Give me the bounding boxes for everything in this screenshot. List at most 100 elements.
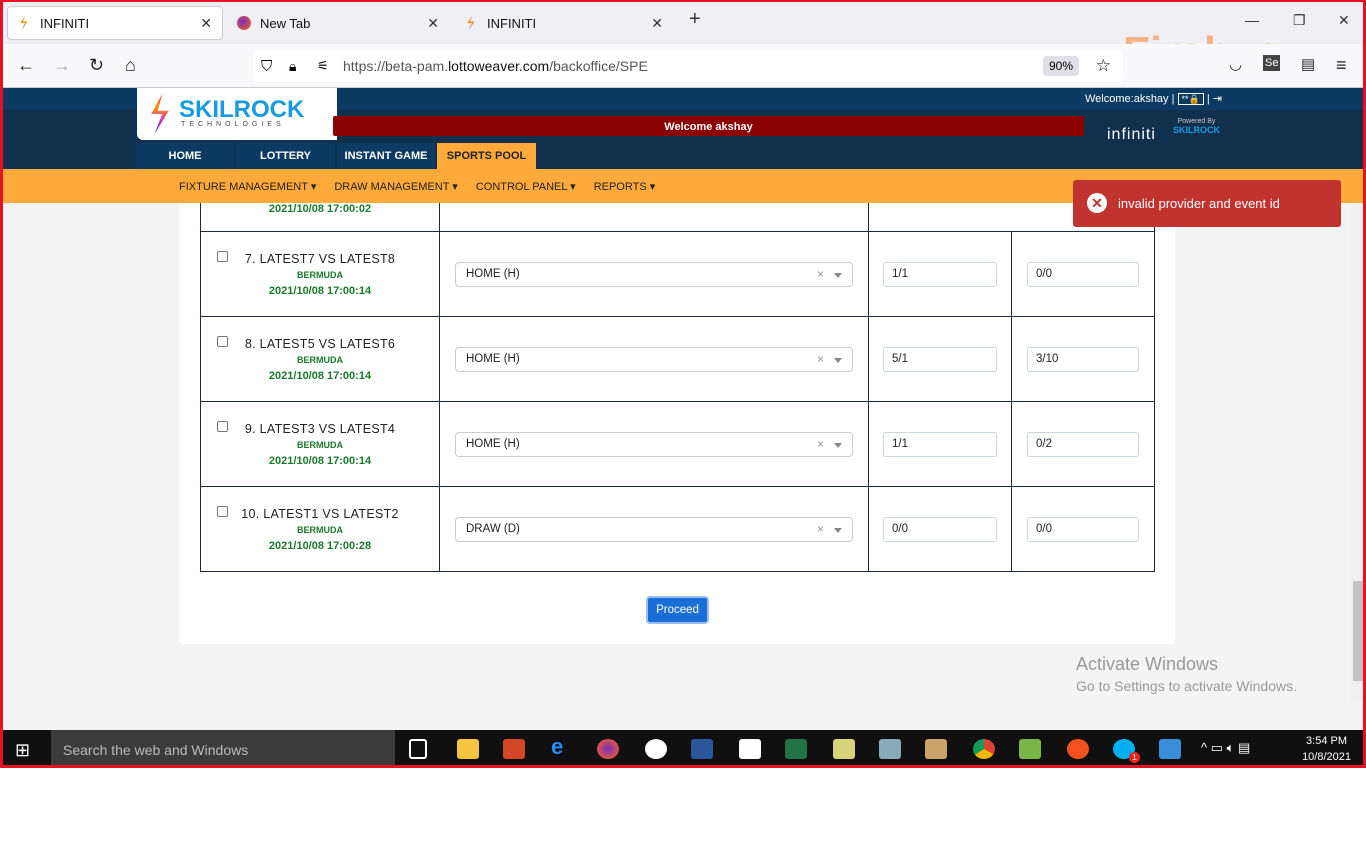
slack-icon[interactable]: [645, 739, 667, 759]
notepad-icon[interactable]: [1019, 739, 1041, 759]
match-date: 2021/10/08 17:00:14: [268, 454, 372, 467]
score1-cell: 5/1: [868, 316, 1012, 402]
error-toast[interactable]: ✕ invalid provider and event id: [1073, 180, 1341, 227]
shield-icon[interactable]: ⛉: [261, 58, 272, 75]
forward-icon[interactable]: →: [53, 55, 71, 76]
skilrock-favicon-icon: [467, 16, 475, 30]
chrome-icon[interactable]: [973, 739, 995, 759]
score2-input[interactable]: 3/10: [1027, 346, 1139, 372]
reader-icon[interactable]: ▤: [1301, 55, 1315, 73]
nav-bar: ← → ↻ ⌂ ⛉ 🔒︎ ⚟ https://beta-pam.lottowea…: [3, 44, 1363, 88]
minimize-button[interactable]: —: [1245, 12, 1259, 28]
app-icon[interactable]: [879, 739, 901, 759]
bookmark-star-icon[interactable]: ☆: [1096, 56, 1111, 76]
close-window-button[interactable]: ✕: [1338, 12, 1350, 29]
result-cell: DRAW (D) ×: [439, 486, 869, 572]
clear-icon[interactable]: ×: [817, 522, 824, 536]
file-explorer-icon[interactable]: [457, 739, 479, 759]
powerpoint-icon[interactable]: [503, 739, 525, 759]
clear-icon[interactable]: ×: [817, 267, 824, 281]
score2-input[interactable]: 0/0: [1027, 261, 1139, 287]
app-dolphin-icon[interactable]: [1159, 739, 1181, 759]
chevron-down-icon[interactable]: [834, 357, 842, 367]
row-checkbox[interactable]: [217, 506, 228, 517]
back-icon[interactable]: ←: [17, 55, 35, 76]
powered-by-text: Powered By: [1177, 118, 1216, 125]
score2-cell: 0/0: [1011, 231, 1155, 317]
logout-icon[interactable]: ⇥: [1213, 93, 1222, 105]
score1-input[interactable]: 5/1: [883, 346, 997, 372]
result-select[interactable]: DRAW (D) ×: [455, 516, 853, 542]
reload-icon[interactable]: ↻: [89, 55, 104, 76]
edge-icon[interactable]: e: [551, 734, 573, 759]
folder-icon[interactable]: [833, 739, 855, 759]
close-tab-icon[interactable]: ✕: [651, 15, 663, 32]
home-icon[interactable]: ⌂: [125, 55, 136, 76]
score1-cell: 1/1: [868, 401, 1012, 487]
row-checkbox[interactable]: [217, 421, 228, 432]
menu-sports-pool[interactable]: SPORTS POOL: [437, 143, 536, 169]
chevron-down-icon[interactable]: [834, 442, 842, 452]
zoom-level[interactable]: 90%: [1042, 56, 1079, 76]
clock[interactable]: 3:54 PM 10/8/2021: [1302, 733, 1351, 765]
taskbar-search[interactable]: Search the web and Windows: [51, 730, 395, 765]
excel-icon[interactable]: [785, 739, 807, 759]
new-tab-button[interactable]: +: [689, 8, 701, 31]
restore-button[interactable]: ❐: [1293, 12, 1306, 29]
pocket-icon[interactable]: ◡: [1229, 55, 1242, 73]
store-icon[interactable]: [739, 739, 761, 759]
paint-icon[interactable]: [925, 739, 947, 759]
page-scrollbar[interactable]: [1351, 203, 1363, 702]
skype-icon[interactable]: 1: [1113, 739, 1140, 763]
menu-lottery[interactable]: LOTTERY: [236, 143, 335, 169]
tab-new-tab[interactable]: New Tab ✕: [227, 6, 449, 40]
chevron-down-icon[interactable]: [834, 272, 842, 282]
site-header: SKILROCK TECHNOLOGIES Welcome akshay Welc…: [3, 88, 1363, 169]
scrollbar-thumb[interactable]: [1353, 581, 1363, 681]
score1-input[interactable]: 1/1: [883, 261, 997, 287]
submenu-draw-management[interactable]: DRAW MANAGEMENT ▾: [334, 180, 457, 193]
submenu-reports[interactable]: REPORTS ▾: [594, 180, 656, 193]
label: CONTROL PANEL: [475, 180, 568, 193]
system-tray[interactable]: ^ ▭ 🔈︎ ▤: [1201, 740, 1250, 756]
task-view-icon[interactable]: [409, 739, 427, 759]
url-bar[interactable]: ⛉ 🔒︎ ⚟ https://beta-pam.lottoweaver.com/…: [253, 50, 1123, 82]
tab-infiniti-2[interactable]: INFINITI ✕: [455, 6, 673, 40]
page-content: 2021/10/08 17:00:02 7. LATEST7 VS LATEST…: [3, 203, 1351, 702]
submenu-control-panel[interactable]: CONTROL PANEL ▾: [476, 180, 576, 193]
windows-start-icon[interactable]: ⊞: [15, 740, 30, 761]
tab-infiniti-1[interactable]: INFINITI ✕: [7, 6, 223, 40]
skilrock-logo[interactable]: SKILROCK TECHNOLOGIES: [137, 88, 337, 140]
result-select[interactable]: HOME (H) ×: [455, 261, 853, 287]
clear-icon[interactable]: ×: [817, 352, 824, 366]
menu-instant-game[interactable]: INSTANT GAME: [337, 143, 435, 169]
menu-icon[interactable]: ≡: [1336, 55, 1347, 76]
proceed-button[interactable]: Proceed: [646, 596, 709, 624]
score2-cell: 3/10: [1011, 316, 1155, 402]
firefox-taskbar-icon[interactable]: [597, 739, 619, 759]
result-select[interactable]: HOME (H) ×: [455, 431, 853, 457]
word-icon[interactable]: [691, 739, 713, 759]
table-row: 8. LATEST5 VS LATEST6 BERMUDA 2021/10/08 1…: [200, 316, 1155, 402]
result-select[interactable]: HOME (H) ×: [455, 346, 853, 372]
chevron-down-icon[interactable]: [834, 527, 842, 537]
permissions-icon[interactable]: ⚟: [317, 58, 329, 74]
row-checkbox[interactable]: [217, 336, 228, 347]
menu-home[interactable]: HOME: [136, 143, 234, 169]
score1-input[interactable]: 0/0: [883, 516, 997, 542]
close-tab-icon[interactable]: ✕: [427, 15, 439, 32]
postman-icon[interactable]: [1067, 739, 1089, 759]
clear-icon[interactable]: ×: [817, 437, 824, 451]
close-tab-icon[interactable]: ✕: [200, 15, 212, 32]
match-location: BERMUDA: [297, 524, 343, 535]
taskbar: ⊞ Search the web and Windows e 1 ^ ▭ 🔈︎ …: [3, 730, 1363, 765]
score2-input[interactable]: 0/2: [1027, 431, 1139, 457]
match-location: BERMUDA: [297, 439, 343, 450]
lock-icon[interactable]: 🔒︎: [289, 58, 296, 75]
row-checkbox[interactable]: [217, 251, 228, 262]
score2-input[interactable]: 0/0: [1027, 516, 1139, 542]
submenu-fixture-management[interactable]: FIXTURE MANAGEMENT ▾: [179, 180, 316, 193]
selenium-icon[interactable]: Se: [1263, 55, 1281, 71]
score1-input[interactable]: 1/1: [883, 431, 997, 457]
change-password-button[interactable]: **🔒: [1177, 93, 1204, 105]
